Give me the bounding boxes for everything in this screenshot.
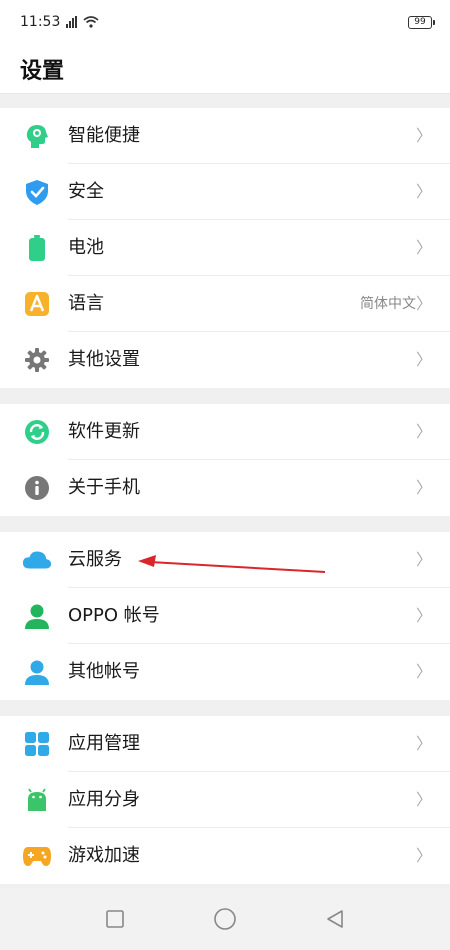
row-label: 电池 <box>68 220 450 276</box>
chevron-right-icon: 〉 <box>415 294 432 313</box>
wifi-icon <box>83 16 99 28</box>
annotation-arrow-icon <box>138 555 326 573</box>
info-icon <box>22 473 52 503</box>
language-icon <box>22 289 52 319</box>
chevron-right-icon: 〉 <box>415 422 432 441</box>
row-oppo-account[interactable]: OPPO 帐号 〉 <box>0 588 450 644</box>
row-other-settings[interactable]: 其他设置 〉 <box>0 332 450 388</box>
chevron-right-icon: 〉 <box>415 550 432 569</box>
group-divider <box>0 700 450 716</box>
language-value: 简体中文 <box>360 296 416 312</box>
chevron-right-icon: 〉 <box>415 790 432 809</box>
gear-icon <box>22 345 52 375</box>
signal-icon <box>66 16 78 28</box>
row-security[interactable]: 安全 〉 <box>0 164 450 220</box>
page-title: 设置 <box>0 44 450 94</box>
row-label: 应用管理 <box>68 716 450 772</box>
shield-icon <box>22 177 52 207</box>
chevron-right-icon: 〉 <box>415 350 432 369</box>
row-smart-convenience[interactable]: 智能便捷 〉 <box>0 108 450 164</box>
status-bar: 11:53 99 <box>0 0 450 44</box>
chevron-right-icon: 〉 <box>415 734 432 753</box>
row-about-phone[interactable]: 关于手机 〉 <box>0 460 450 516</box>
row-label: 安全 <box>68 164 450 220</box>
row-label: 软件更新 <box>68 404 450 460</box>
recent-apps-button[interactable] <box>104 908 126 930</box>
row-app-clone[interactable]: 应用分身 〉 <box>0 772 450 828</box>
row-label: 其他设置 <box>68 349 140 370</box>
row-label: 其他帐号 <box>68 661 140 682</box>
chevron-right-icon: 〉 <box>415 478 432 497</box>
android-icon <box>22 785 52 815</box>
app-grid-icon <box>22 729 52 759</box>
row-language[interactable]: 语言 简体中文 〉 <box>0 276 450 332</box>
row-label: 应用分身 <box>68 772 450 828</box>
navigation-bar <box>0 888 450 950</box>
group-divider <box>0 388 450 404</box>
row-battery[interactable]: 电池 〉 <box>0 220 450 276</box>
smart-assist-icon <box>22 121 52 151</box>
row-label: 关于手机 <box>68 477 140 498</box>
settings-group-2: 软件更新 〉 关于手机 〉 <box>0 404 450 516</box>
gamepad-icon <box>22 841 52 871</box>
chevron-right-icon: 〉 <box>415 662 432 681</box>
chevron-right-icon: 〉 <box>415 846 432 865</box>
chevron-right-icon: 〉 <box>415 126 432 145</box>
row-software-update[interactable]: 软件更新 〉 <box>0 404 450 460</box>
back-button[interactable] <box>324 908 346 930</box>
software-update-icon <box>22 417 52 447</box>
cloud-icon <box>22 545 52 575</box>
user-icon <box>22 601 52 631</box>
user-icon <box>22 657 52 687</box>
row-label: OPPO 帐号 <box>68 588 450 644</box>
settings-group-4: 应用管理 〉 应用分身 〉 游戏加速 〉 <box>0 716 450 884</box>
chevron-right-icon: 〉 <box>415 606 432 625</box>
battery-settings-icon <box>22 233 52 263</box>
chevron-right-icon: 〉 <box>415 238 432 257</box>
row-app-management[interactable]: 应用管理 〉 <box>0 716 450 772</box>
home-button[interactable] <box>213 907 237 931</box>
row-label: 游戏加速 <box>68 845 140 866</box>
row-other-accounts[interactable]: 其他帐号 〉 <box>0 644 450 700</box>
chevron-right-icon: 〉 <box>415 182 432 201</box>
group-divider <box>0 516 450 532</box>
row-game-boost[interactable]: 游戏加速 〉 <box>0 828 450 884</box>
settings-list: 智能便捷 〉 安全 〉 电池 〉 语言 简体中文 〉 其他设置 〉 软件更新 〉… <box>0 108 450 884</box>
settings-group-1: 智能便捷 〉 安全 〉 电池 〉 语言 简体中文 〉 其他设置 〉 <box>0 108 450 388</box>
row-label: 智能便捷 <box>68 108 450 164</box>
status-time: 11:53 <box>20 14 61 30</box>
battery-icon: 99 <box>408 15 435 29</box>
